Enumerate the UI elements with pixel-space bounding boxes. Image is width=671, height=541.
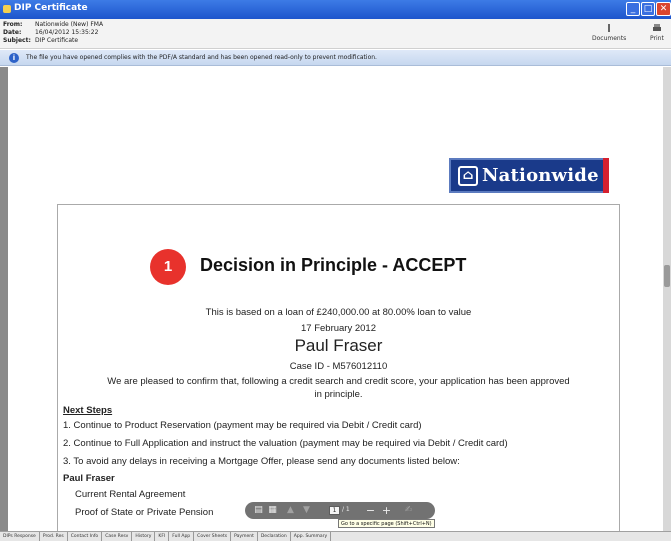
applicant-name: Paul Fraser — [294, 336, 383, 355]
subject-label: Subject: — [3, 37, 31, 44]
from-row: From: Nationwide (New) FMA — [3, 21, 103, 28]
from-value: Nationwide (New) FMA — [35, 21, 104, 28]
zoom-out-icon[interactable]: − — [365, 505, 376, 516]
tab-history[interactable]: History — [132, 532, 156, 541]
title-bar: DIP Certificate _ □ ✕ — [0, 0, 671, 19]
sign-icon[interactable]: ✍ — [403, 505, 414, 516]
tab-app-summary[interactable]: App. Summary — [291, 532, 332, 541]
tab-dips-response[interactable]: DIPs Response — [0, 532, 40, 541]
documents-icon — [608, 24, 611, 32]
tab-cover-sheets[interactable]: Cover Sheets — [194, 532, 232, 541]
logo-text: Nationwide — [482, 165, 599, 186]
print-label: Print — [650, 35, 664, 42]
tab-full-app[interactable]: Full App — [169, 532, 195, 541]
from-label: From: — [3, 21, 23, 28]
nationwide-logo: ⌂ Nationwide — [449, 158, 609, 193]
page-tooltip: Go to a specific page (Shift+Ctrl+N) — [338, 519, 435, 528]
date-label: Date: — [3, 29, 22, 36]
confirmation-text-line2: in principle. — [314, 389, 363, 400]
pdfa-info-bar: i The file you have opened complies with… — [0, 50, 671, 66]
vertical-scrollbar[interactable] — [663, 67, 671, 531]
tab-kfi[interactable]: KFI — [155, 532, 170, 541]
page-total: / 1 — [342, 506, 350, 513]
print-button[interactable]: Print — [650, 23, 664, 42]
case-id: Case ID - M576012110 — [289, 361, 388, 372]
step-item: 2. Continue to Full Application and inst… — [63, 438, 508, 449]
required-document: Current Rental Agreement — [75, 489, 186, 500]
maximize-button[interactable]: □ — [641, 2, 655, 16]
bottom-tab-strip: DIPs Response Prod. Res Contact Info Case R… — [0, 531, 671, 541]
window-title: DIP Certificate — [14, 3, 88, 13]
pdf-floating-toolbar: ▤ ▦ ▲ ▼ 1 / 1 − + ✍ — [245, 502, 435, 519]
tab-payment[interactable]: Payment — [231, 532, 258, 541]
tab-prod-res[interactable]: Prod. Res — [40, 532, 68, 541]
zoom-in-icon[interactable]: + — [381, 505, 392, 516]
step-item: 3. To avoid any delays in receiving a Mo… — [63, 456, 460, 467]
close-button[interactable]: ✕ — [656, 2, 671, 16]
printer-icon — [652, 24, 661, 31]
info-icon: i — [9, 53, 19, 63]
next-page-icon[interactable]: ▼ — [301, 505, 312, 516]
required-document: Proof of State or Private Pension — [75, 507, 214, 518]
subject-value: DIP Certificate — [35, 37, 79, 44]
certificate-date: 17 February 2012 — [301, 323, 376, 334]
save-icon[interactable]: ▤ — [253, 505, 264, 516]
message-header: From: Nationwide (New) FMA Date: 16/04/201… — [0, 19, 671, 49]
page-number-input[interactable]: 1 — [329, 506, 340, 515]
info-text: The file you have opened complies with t… — [26, 54, 377, 61]
nationwide-house-icon: ⌂ — [458, 166, 478, 186]
date-row: Date: 16/04/2012 15:35:22 — [3, 29, 98, 36]
next-steps-heading: Next Steps — [63, 405, 113, 416]
minimize-button[interactable]: _ — [626, 2, 640, 16]
step-item: 1. Continue to Product Reservation (paym… — [63, 420, 422, 431]
subject-row: Subject: DIP Certificate — [3, 37, 78, 44]
documents-label: Documents — [592, 35, 627, 42]
tab-contact-info[interactable]: Contact Info — [68, 532, 103, 541]
date-value: 16/04/2012 15:35:22 — [35, 29, 99, 36]
documents-person: Paul Fraser — [63, 473, 115, 484]
logo-accent — [603, 158, 609, 193]
documents-button[interactable]: Documents — [592, 23, 626, 42]
tab-declaration[interactable]: Declaration — [258, 532, 291, 541]
tab-case-resv[interactable]: Case Resv — [102, 532, 133, 541]
loan-line: This is based on a loan of £240,000.00 a… — [205, 307, 472, 318]
page-title: Decision in Principle - ACCEPT — [200, 255, 467, 275]
scrollbar-thumb[interactable] — [664, 265, 670, 287]
confirmation-text-line1: We are pleased to confirm that, followin… — [107, 376, 570, 387]
print-icon[interactable]: ▦ — [267, 505, 278, 516]
previous-page-icon[interactable]: ▲ — [285, 505, 296, 516]
app-icon — [3, 5, 11, 13]
step-badge: 1 — [150, 249, 186, 285]
